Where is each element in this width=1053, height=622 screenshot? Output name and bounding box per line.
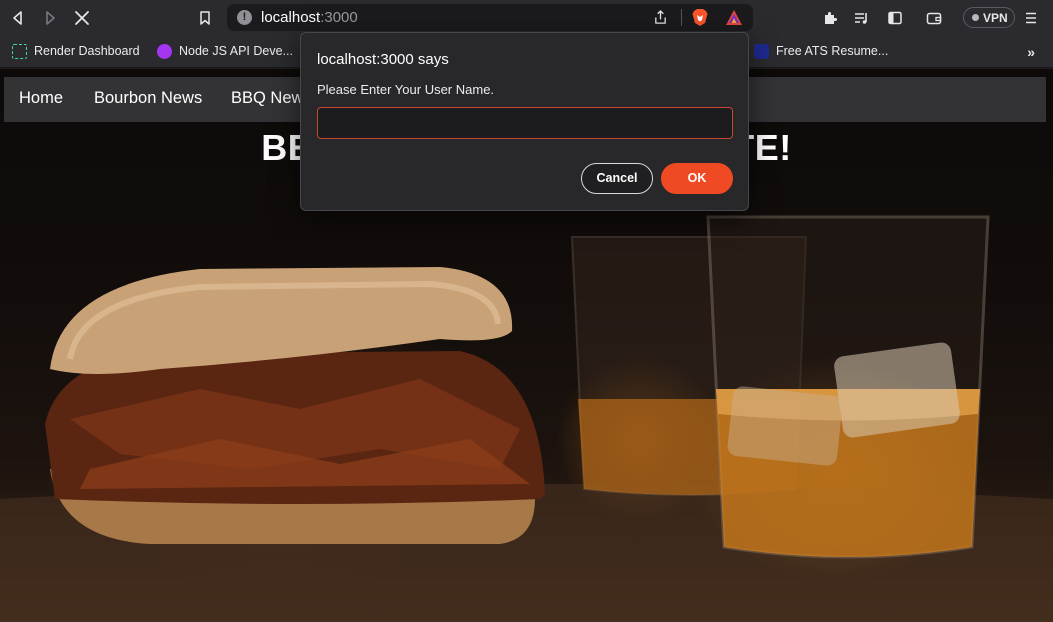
prompt-dialog: localhost:3000 says Please Enter Your Us… — [300, 32, 749, 211]
resume-icon — [754, 43, 769, 59]
vpn-button[interactable]: VPN — [963, 7, 1015, 28]
dialog-title: localhost:3000 says — [317, 51, 449, 68]
main-menu-button[interactable] — [1021, 8, 1041, 28]
cancel-button[interactable]: Cancel — [581, 163, 653, 194]
bookmark-render-dashboard[interactable]: Render Dashboard — [12, 41, 140, 61]
bookmark-label: Render Dashboard — [34, 44, 140, 58]
puzzle-icon — [825, 12, 837, 24]
dialog-message: Please Enter Your User Name. — [317, 82, 495, 97]
back-button[interactable] — [8, 8, 28, 28]
address-bar-divider — [681, 9, 682, 26]
wallet-button[interactable] — [924, 8, 944, 28]
url-host: localhost — [261, 9, 321, 26]
wallet-icon — [926, 12, 942, 25]
render-icon — [12, 43, 27, 59]
ok-button[interactable]: OK — [661, 163, 733, 194]
sidebar-icon — [888, 11, 902, 25]
vpn-status-dot — [972, 14, 979, 21]
media-queue-button[interactable] — [851, 8, 871, 28]
back-arrow-icon — [13, 11, 22, 25]
udemy-icon — [157, 43, 172, 59]
username-input[interactable] — [317, 107, 733, 139]
stop-loading-button[interactable] — [72, 8, 92, 28]
bookmark-page-button[interactable] — [195, 8, 215, 28]
bookmark-label: Free ATS Resume... — [776, 44, 889, 58]
vpn-label: VPN — [983, 11, 1008, 25]
bookmark-free-ats-resume[interactable]: Free ATS Resume... — [754, 41, 888, 61]
share-icon[interactable] — [653, 10, 668, 25]
url-port: :3000 — [320, 9, 358, 26]
nav-home-link[interactable]: Home — [19, 89, 63, 108]
playlist-icon — [855, 13, 867, 24]
address-bar[interactable]: ! localhost:3000 — [227, 4, 753, 31]
forward-button[interactable] — [40, 8, 60, 28]
forward-arrow-icon — [46, 11, 55, 25]
brave-shields-icon[interactable] — [691, 8, 709, 27]
bookmark-label: Node JS API Deve... — [179, 44, 293, 58]
extensions-button[interactable] — [820, 8, 840, 28]
brave-rewards-icon[interactable] — [725, 9, 743, 26]
more-bookmarks-button[interactable]: » — [1027, 44, 1035, 60]
info-icon[interactable]: ! — [237, 10, 252, 25]
nav-bourbon-news-link[interactable]: Bourbon News — [94, 89, 202, 108]
hamburger-menu-icon — [1026, 12, 1036, 24]
close-icon — [75, 11, 89, 25]
bookmark-node-js-api[interactable]: Node JS API Deve... — [157, 41, 293, 61]
url-text[interactable]: localhost:3000 — [261, 9, 358, 26]
browser-toolbar: ! localhost:3000 VPN — [0, 0, 1053, 36]
bookmark-icon — [200, 11, 210, 25]
sidebar-toggle-button[interactable] — [885, 8, 905, 28]
